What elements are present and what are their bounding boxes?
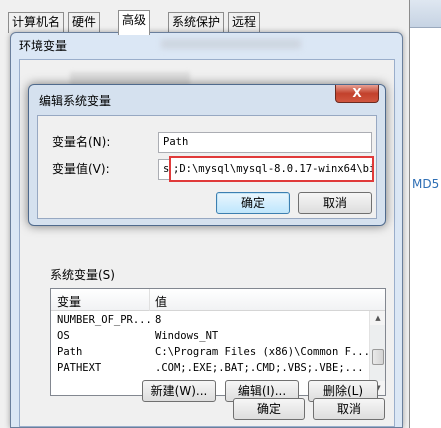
env-cancel-button[interactable]: 取消 — [313, 398, 385, 420]
tab-hardware[interactable]: 硬件 — [68, 12, 101, 33]
var-name: NUMBER_OF_PR... — [57, 314, 152, 326]
tab-system-protection[interactable]: 系统保护 — [168, 12, 225, 33]
variable-name-field[interactable]: Path — [158, 132, 372, 153]
var-value: C:\Program Files (x86)\Common F... — [155, 346, 370, 358]
md5-link[interactable]: MD5 — [412, 177, 439, 191]
scroll-up-icon[interactable]: ▲ — [370, 311, 385, 325]
column-header-variable[interactable]: 变量 — [57, 293, 81, 310]
edit-ok-button[interactable]: 确定 — [216, 192, 290, 214]
new-button[interactable]: 新建(W)... — [142, 380, 216, 402]
highlighted-path-text: ;D:\mysql\mysql-8.0.17-winx64\bin — [169, 156, 374, 182]
var-value: Windows_NT — [155, 330, 219, 342]
var-value: .COM;.EXE;.BAT;.CMD;.VBS;.VBE;... — [155, 362, 364, 374]
background-page — [410, 0, 441, 428]
tab-bar: 计算机名 硬件 高级 系统保护 远程 — [8, 10, 308, 35]
var-value: 8 — [155, 314, 162, 326]
var-name: Path — [57, 346, 83, 358]
scroll-thumb[interactable] — [372, 349, 384, 365]
variable-value-label: 变量值(V): — [52, 162, 110, 176]
var-name: PATHEXT — [57, 362, 102, 374]
var-name: OS — [57, 330, 70, 342]
tab-remote[interactable]: 远程 — [228, 12, 261, 33]
blurred-title-area — [161, 39, 301, 49]
list-item[interactable]: Path C:\Program Files (x86)\Common F... — [51, 344, 370, 360]
variable-name-label: 变量名(N): — [52, 135, 111, 149]
list-item[interactable]: NUMBER_OF_PR... 8 — [51, 312, 369, 328]
edit-dialog-title: 编辑系统变量 — [39, 94, 112, 108]
background-titlebar — [410, 0, 441, 28]
close-icon[interactable]: X — [335, 85, 379, 103]
edit-cancel-button[interactable]: 取消 — [298, 192, 372, 214]
env-ok-button[interactable]: 确定 — [233, 398, 305, 420]
list-item[interactable]: PATHEXT .COM;.EXE;.BAT;.CMD;.VBS;.VBE;..… — [51, 360, 369, 376]
list-header: 变量 值 — [51, 289, 385, 311]
column-header-value[interactable]: 值 — [155, 293, 167, 310]
env-window-title: 环境变量 — [19, 39, 68, 53]
edit-dialog-body: 变量名(N): Path 变量值(V): s ;D:\mysql\mysql-8… — [37, 115, 377, 219]
tab-computer-name[interactable]: 计算机名 — [8, 12, 65, 33]
edit-system-variable-dialog: 编辑系统变量 X 变量名(N): Path 变量值(V): s ;D:\mysq… — [28, 84, 386, 226]
list-item[interactable]: OS Windows_NT — [51, 328, 369, 344]
tab-advanced[interactable]: 高级 — [118, 10, 151, 35]
column-divider[interactable] — [149, 289, 150, 311]
system-vars-label: 系统变量(S) — [50, 268, 115, 282]
